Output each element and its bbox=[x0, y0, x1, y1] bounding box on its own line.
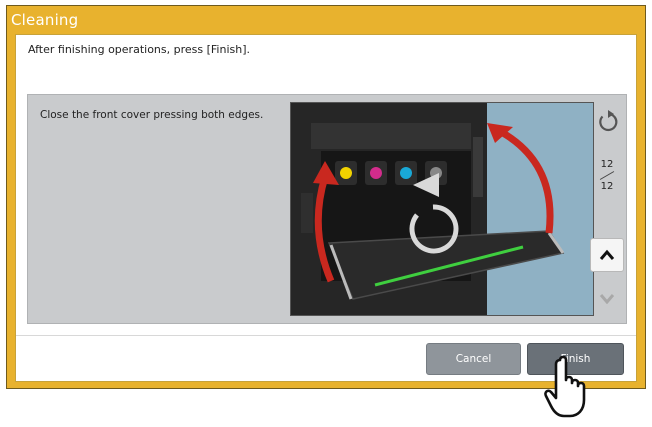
step-instruction: Close the front cover pressing both edge… bbox=[40, 109, 264, 121]
page-total: 12 bbox=[600, 181, 614, 192]
chevron-up-icon bbox=[599, 246, 615, 265]
page-indicator: 12 12 bbox=[590, 159, 624, 192]
guide-content: Close the front cover pressing both edge… bbox=[27, 94, 627, 324]
step-navigator: 12 12 bbox=[586, 95, 628, 325]
dialog-panel: After finishing operations, press [Finis… bbox=[15, 34, 637, 382]
footer-divider bbox=[16, 335, 636, 336]
instruction-message: After finishing operations, press [Finis… bbox=[28, 43, 250, 56]
step-illustration bbox=[290, 102, 594, 316]
page-separator bbox=[590, 170, 624, 181]
page-current: 12 bbox=[600, 159, 614, 170]
cancel-button[interactable]: Cancel bbox=[426, 343, 521, 375]
chevron-down-icon bbox=[599, 289, 615, 308]
hand-pointer-icon bbox=[542, 355, 602, 420]
dialog-frame: Cleaning After finishing operations, pre… bbox=[6, 5, 646, 389]
dialog-title: Cleaning bbox=[11, 11, 79, 29]
previous-step-button[interactable] bbox=[590, 238, 624, 272]
next-step-button[interactable] bbox=[590, 281, 624, 315]
rotate-ccw-icon[interactable] bbox=[594, 108, 622, 136]
